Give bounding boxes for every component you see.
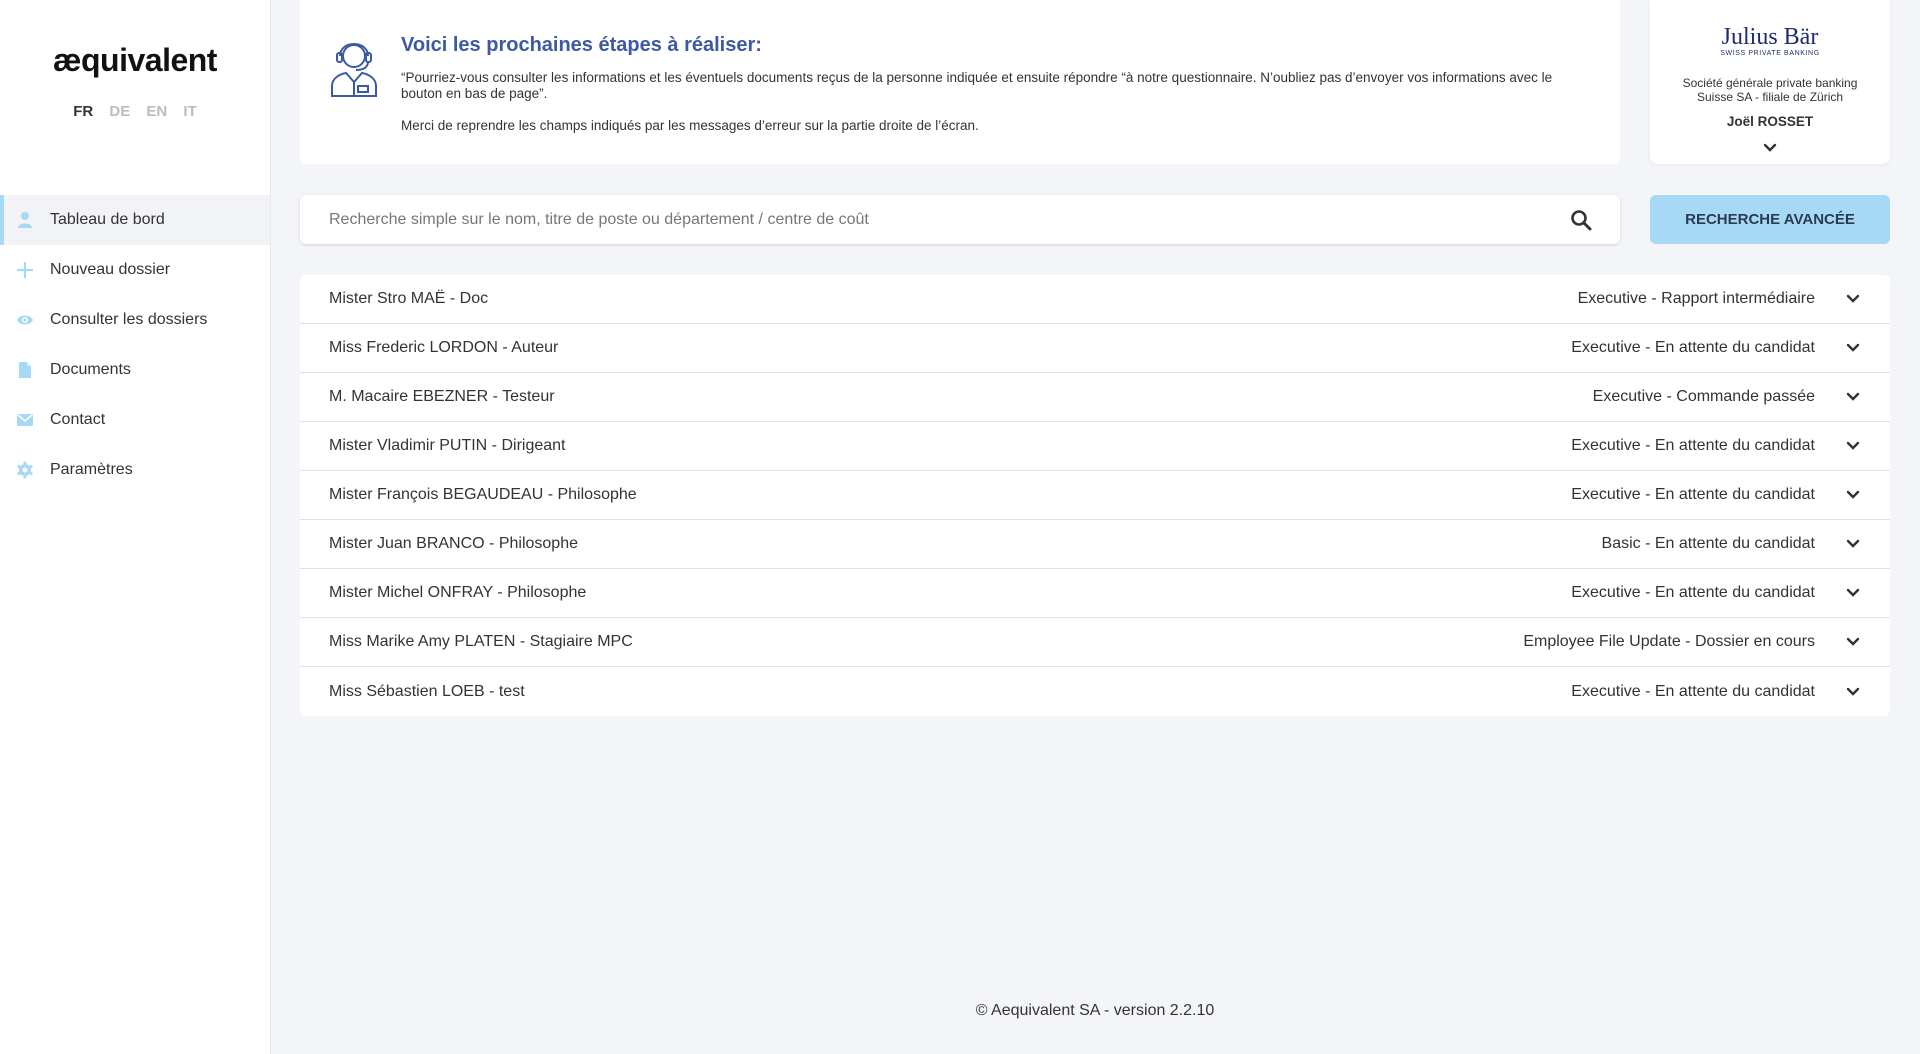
dossier-status: Executive - En attente du candidat [1571, 682, 1815, 700]
next-steps-note: Merci de reprendre les champs indiqués p… [401, 118, 979, 133]
dossier-name: M. Macaire EBEZNER - Testeur [329, 388, 555, 405]
chevron-down-icon[interactable] [1845, 340, 1861, 356]
plus-icon [0, 261, 50, 279]
dossier-status: Executive - Commande passée [1592, 388, 1815, 405]
sidebar-item-label: Nouveau dossier [50, 261, 171, 278]
language-switcher: FR DE EN IT [0, 103, 270, 120]
mail-icon [0, 411, 50, 429]
company-name: Société générale private banking Suisse … [1682, 76, 1858, 104]
lang-fr[interactable]: FR [73, 103, 93, 120]
sidebar-item-label: Contact [50, 411, 106, 428]
dossier-status: Employee File Update - Dossier en cours [1523, 633, 1815, 650]
dossier-status: Basic - En attente du candidat [1601, 535, 1815, 552]
sidebar-item-new-dossier[interactable]: Nouveau dossier [0, 245, 270, 295]
chevron-down-icon[interactable] [1845, 389, 1861, 405]
sidebar-item-documents[interactable]: Documents [0, 345, 270, 395]
dossier-name: Mister Vladimir PUTIN - Dirigeant [329, 437, 566, 454]
search-icon[interactable] [1570, 209, 1592, 231]
sidebar-item-label: Paramètres [50, 461, 133, 478]
lang-de[interactable]: DE [109, 103, 130, 120]
chevron-down-icon[interactable] [1845, 487, 1861, 503]
gear-icon [0, 461, 50, 479]
sidebar-item-label: Documents [50, 361, 131, 378]
chevron-down-icon[interactable] [1762, 140, 1778, 156]
company-logo-tagline: SWISS PRIVATE BANKING [1720, 50, 1820, 57]
chevron-down-icon[interactable] [1845, 438, 1861, 454]
list-item[interactable]: M. Macaire EBEZNER - Testeur Executive -… [300, 373, 1890, 422]
next-steps-title: Voici les prochaines étapes à réaliser: [401, 34, 762, 56]
current-user-name: Joël ROSSET [1726, 114, 1814, 129]
list-item[interactable]: Mister Juan BRANCO - Philosophe Basic - … [300, 520, 1890, 569]
search-bar [300, 195, 1620, 244]
lang-it[interactable]: IT [183, 103, 196, 120]
search-input[interactable] [300, 195, 1540, 244]
dossier-list: Mister Stro MAË - Doc Executive - Rappor… [300, 275, 1890, 716]
list-item[interactable]: Miss Frederic LORDON - Auteur Executive … [300, 324, 1890, 373]
sidebar-nav: Tableau de bord Nouveau dossier Consulte… [0, 195, 270, 495]
dossier-status: Executive - Rapport intermédiaire [1577, 290, 1815, 307]
sidebar-item-browse-dossiers[interactable]: Consulter les dossiers [0, 295, 270, 345]
document-icon [0, 361, 50, 379]
sidebar-item-label: Tableau de bord [50, 211, 165, 228]
eye-icon [0, 311, 50, 329]
user-icon [0, 211, 50, 229]
dossier-status: Executive - En attente du candidat [1571, 339, 1815, 356]
sidebar-item-label: Consulter les dossiers [50, 311, 208, 328]
sidebar-item-dashboard[interactable]: Tableau de bord [0, 195, 270, 245]
footer-copyright: © Aequivalent SA - version 2.2.10 [975, 1002, 1215, 1019]
lang-en[interactable]: EN [146, 103, 167, 120]
dossier-name: Mister Michel ONFRAY - Philosophe [329, 584, 587, 601]
next-steps-card: Voici les prochaines étapes à réaliser: … [300, 0, 1620, 164]
chevron-down-icon[interactable] [1845, 585, 1861, 601]
chevron-down-icon[interactable] [1845, 536, 1861, 552]
sidebar: æquivalent FR DE EN IT Tableau de bord N… [0, 0, 271, 1054]
dossier-name: Miss Marike Amy PLATEN - Stagiaire MPC [329, 633, 633, 650]
dossier-name: Miss Sébastien LOEB - test [329, 682, 525, 700]
sidebar-item-contact[interactable]: Contact [0, 395, 270, 445]
list-item[interactable]: Miss Sébastien LOEB - test Executive - E… [300, 667, 1890, 716]
chevron-down-icon[interactable] [1845, 291, 1861, 307]
support-agent-icon [331, 43, 377, 97]
dossier-name: Mister Stro MAË - Doc [329, 290, 489, 307]
list-item[interactable]: Miss Marike Amy PLATEN - Stagiaire MPC E… [300, 618, 1890, 667]
list-item[interactable]: Mister Vladimir PUTIN - Dirigeant Execut… [300, 422, 1890, 471]
company-logo: Julius Bär [1721, 24, 1819, 50]
next-steps-text: “Pourriez-vous consulter les information… [401, 70, 1553, 101]
advanced-search-button[interactable]: RECHERCHE AVANCÉE [1650, 195, 1890, 244]
dossier-status: Executive - En attente du candidat [1571, 584, 1815, 601]
dossier-name: Miss Frederic LORDON - Auteur [329, 339, 559, 356]
app-logo[interactable]: æquivalent [0, 42, 270, 79]
dossier-name: Mister François BEGAUDEAU - Philosophe [329, 486, 637, 503]
dossier-status: Executive - En attente du candidat [1571, 486, 1815, 503]
chevron-down-icon[interactable] [1845, 634, 1861, 650]
list-item[interactable]: Mister Michel ONFRAY - Philosophe Execut… [300, 569, 1890, 618]
dossier-name: Mister Juan BRANCO - Philosophe [329, 535, 578, 552]
list-item[interactable]: Mister François BEGAUDEAU - Philosophe E… [300, 471, 1890, 520]
chevron-down-icon[interactable] [1845, 684, 1861, 700]
company-card[interactable]: Julius Bär SWISS PRIVATE BANKING Société… [1650, 0, 1890, 164]
sidebar-item-settings[interactable]: Paramètres [0, 445, 270, 495]
dossier-status: Executive - En attente du candidat [1571, 437, 1815, 454]
list-item[interactable]: Mister Stro MAË - Doc Executive - Rappor… [300, 275, 1890, 324]
